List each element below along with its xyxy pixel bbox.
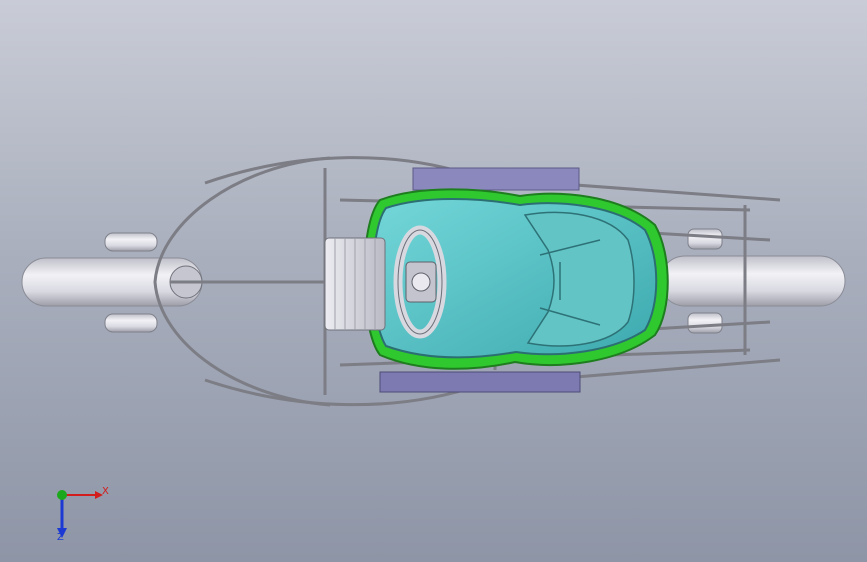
side-pod-bottom[interactable] — [379, 371, 581, 393]
axis-triad: X Z — [40, 480, 120, 550]
side-pod-top[interactable] — [412, 167, 580, 191]
z-axis-label: Z — [57, 532, 64, 543]
steering-column-housing[interactable] — [324, 237, 386, 331]
graphics-viewport[interactable]: X Z — [0, 0, 867, 562]
front-axle[interactable] — [659, 228, 846, 334]
x-axis-label: X — [102, 486, 109, 497]
y-axis-dot — [57, 490, 67, 500]
kart-model[interactable] — [0, 0, 867, 562]
